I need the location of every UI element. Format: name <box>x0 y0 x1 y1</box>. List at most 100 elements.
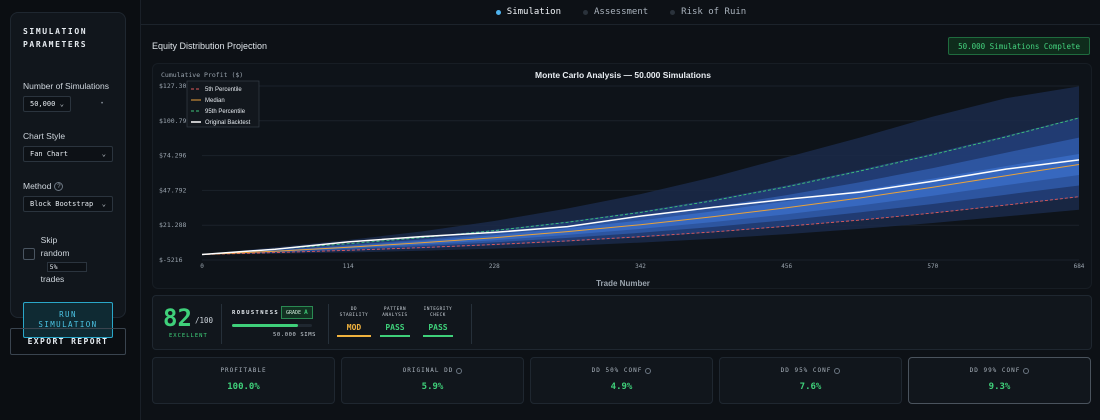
stat-value: 5.9% <box>421 382 444 392</box>
skip-trades-checkbox[interactable] <box>23 248 35 261</box>
info-icon[interactable] <box>645 367 652 374</box>
robustness-bar <box>232 324 312 327</box>
simulation-parameters-panel: SIMULATION PARAMETERS Number of Simulati… <box>10 12 126 339</box>
metric-label: DD STABILITY <box>337 307 371 319</box>
panel-title-line2: PARAMETERS <box>23 40 88 49</box>
main-content: Simulation Assessment Risk of Ruin Equit… <box>140 0 1100 420</box>
score-panel: 82 /100 EXCELLENT ROBUSTNESS GRADE A 50.0… <box>152 295 1092 350</box>
chart-title: Monte Carlo Analysis — 50.000 Simulation… <box>535 70 711 80</box>
legend-label: Original Backtest <box>205 120 251 126</box>
skip-trades-row: Skip random 5% trades <box>23 234 113 286</box>
y-axis-label: Cumulative Profit ($) <box>161 71 243 79</box>
section-title: Equity Distribution Projection <box>152 41 268 51</box>
stat-label: ORIGINAL DD <box>342 367 523 374</box>
score-value: 82 <box>163 304 192 332</box>
y-tick-label: $127.303 <box>159 82 190 90</box>
stat-value: 9.3% <box>988 382 1011 392</box>
x-tick-label: 228 <box>489 263 500 270</box>
x-axis-label: Trade Number <box>596 279 650 288</box>
panel-title-line1: SIMULATION <box>23 27 88 36</box>
x-tick-label: 0 <box>200 263 204 270</box>
divider <box>221 304 222 344</box>
divider <box>471 304 472 344</box>
chart-style-label: Chart Style <box>23 131 66 141</box>
stat-card-dd-50: DD 50% CONF 4.9% <box>530 357 713 404</box>
stat-label: PROFITABLE <box>220 367 267 374</box>
tab-dot-icon <box>670 9 676 15</box>
tab-label: Simulation <box>506 7 561 17</box>
stat-card-original-dd: ORIGINAL DD 5.9% <box>341 357 524 404</box>
metric-value: PASS <box>423 323 453 337</box>
stat-value: 7.6% <box>799 382 822 392</box>
skip-label-line1: Skip <box>40 235 58 246</box>
y-tick-label: $100.799 <box>159 117 190 125</box>
method-value: Block Bootstrap <box>30 200 94 209</box>
monte-carlo-chart: Monte Carlo Analysis — 50.000 Simulation… <box>159 70 1085 288</box>
metric-value: MOD <box>337 323 371 337</box>
num-sims-select[interactable]: 50,000 ⌄ <box>23 96 71 112</box>
score-max: /100 <box>195 316 214 325</box>
tab-label: Assessment <box>593 7 649 17</box>
stat-card-dd-95: DD 95% CONF 7.6% <box>719 357 902 404</box>
stat-label-text: DD 99% CONF <box>969 367 1021 374</box>
help-icon[interactable]: ? <box>54 182 64 192</box>
metric-dd-stability: DD STABILITY MOD <box>337 307 371 337</box>
divider <box>328 304 329 344</box>
chevron-down-icon: ⌄ <box>101 150 106 158</box>
legend-label: 5th Percentile <box>205 87 242 93</box>
y-tick-label: $74.296 <box>159 152 186 160</box>
chart-container: Monte Carlo Analysis — 50.000 Simulation… <box>152 63 1092 289</box>
chart-style-value: Fan Chart <box>30 150 68 158</box>
x-tick-label: 114 <box>343 263 354 270</box>
skip-label-line2: random <box>40 248 70 259</box>
tab-label: Risk of Ruin <box>681 7 747 17</box>
tab-bar: Simulation Assessment Risk of Ruin <box>141 0 1100 25</box>
info-icon[interactable] <box>834 367 841 374</box>
score-rating: EXCELLENT <box>169 333 208 339</box>
metric-label-line2: ANALYSIS <box>382 313 408 318</box>
stat-value: 4.9% <box>610 382 633 392</box>
stat-card-dd-99: DD 99% CONF 9.3% <box>908 357 1091 404</box>
y-tick-label: $-5216 <box>159 256 183 264</box>
legend-label: 95th Percentile <box>205 109 246 115</box>
num-sims-value: 50,000 <box>30 100 56 108</box>
panel-title: SIMULATION PARAMETERS <box>23 25 113 51</box>
info-icon[interactable] <box>456 367 463 374</box>
export-report-button[interactable]: EXPORT REPORT <box>10 328 126 355</box>
metric-integrity-check: INTEGRITY CHECK PASS <box>423 307 453 337</box>
y-tick-label: $21.288 <box>159 221 186 229</box>
tab-simulation[interactable]: Simulation <box>495 7 561 17</box>
y-tick-label: $47.792 <box>159 186 186 194</box>
metric-label-line2: CHECK <box>430 313 446 318</box>
skip-label-line3: trades <box>40 274 65 285</box>
chart-style-select[interactable]: Fan Chart ⌄ <box>23 146 113 162</box>
robustness-sims: 50.000 SIMS <box>273 332 317 338</box>
tab-assessment[interactable]: Assessment <box>582 7 649 17</box>
metric-value: PASS <box>380 323 410 337</box>
tab-dot-icon <box>495 9 501 15</box>
info-icon[interactable] <box>1023 367 1030 374</box>
method-label: Method? <box>23 181 113 192</box>
chevron-down-icon: ⌄ <box>59 100 64 108</box>
skip-percent-input[interactable]: 5% <box>46 262 87 272</box>
skip-trades-label: Skip random 5% trades <box>41 234 113 286</box>
x-tick-label: 456 <box>781 263 792 270</box>
grade-badge: GRADE A <box>281 306 313 319</box>
status-badge: 50.000 Simulations Complete <box>948 37 1090 55</box>
x-tick-label: 570 <box>927 263 938 270</box>
grade-value: A <box>304 309 308 316</box>
tab-dot-icon <box>582 9 588 15</box>
stat-label-text: DD 50% CONF <box>591 367 643 374</box>
stat-label: DD 99% CONF <box>909 367 1090 374</box>
metric-label: INTEGRITY CHECK <box>423 307 453 319</box>
num-sims-label: Number of Simulations <box>23 81 109 91</box>
metric-pattern-analysis: PATTERN ANALYSIS PASS <box>380 307 410 337</box>
stat-value: 100.0% <box>227 382 260 392</box>
robustness-label: ROBUSTNESS <box>232 310 280 316</box>
method-select[interactable]: Block Bootstrap ⌄ <box>23 196 113 213</box>
chevron-down-icon: ⌄ <box>101 200 106 209</box>
tab-risk-of-ruin[interactable]: Risk of Ruin <box>670 7 746 17</box>
x-tick-label: 342 <box>635 263 646 270</box>
method-label-text: Method <box>23 181 52 191</box>
stat-label: DD 50% CONF <box>531 367 712 374</box>
